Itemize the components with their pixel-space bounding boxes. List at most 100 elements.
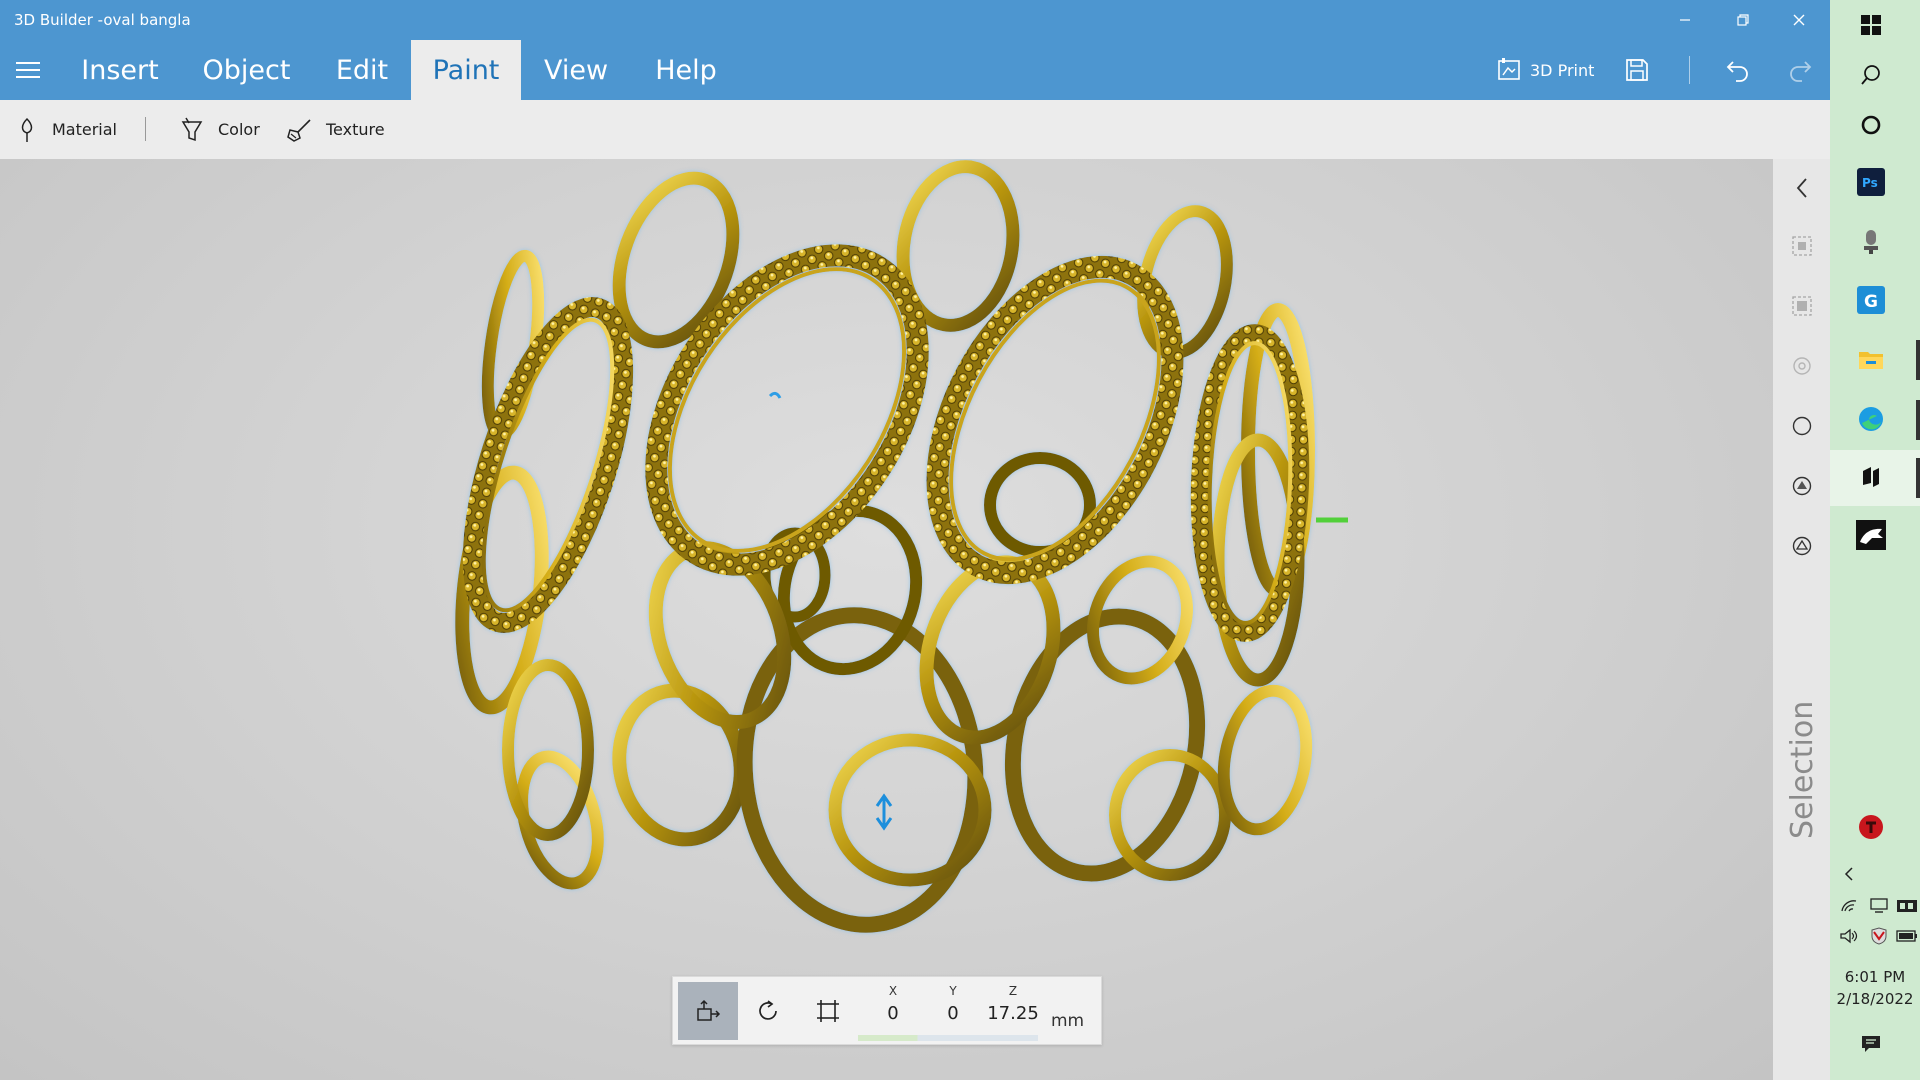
scale-icon — [817, 1000, 839, 1022]
triangle-select-icon — [1792, 536, 1812, 556]
color-button[interactable]: Color — [180, 100, 260, 159]
running-indicator — [1916, 400, 1920, 440]
3d-builder-icon — [1863, 467, 1879, 487]
material-label: Material — [52, 120, 117, 139]
tab-paint[interactable]: Paint — [411, 40, 521, 100]
move-tool-button[interactable] — [678, 982, 738, 1040]
bangle-model[interactable] — [0, 159, 1773, 1080]
face-select-icon — [1792, 476, 1812, 496]
minimize-button[interactable] — [1662, 6, 1708, 34]
close-button[interactable] — [1776, 6, 1822, 34]
microphone-app[interactable] — [1854, 225, 1888, 259]
ribbon-divider — [1689, 56, 1690, 84]
wifi-tray[interactable] — [1838, 896, 1860, 916]
save-button[interactable] — [1624, 53, 1650, 87]
microphone-icon — [1864, 230, 1878, 254]
running-indicator — [1916, 458, 1920, 498]
chevron-left-icon — [1796, 178, 1807, 198]
search-button[interactable] — [1854, 58, 1888, 92]
select-box-icon — [1792, 236, 1812, 256]
file-explorer-app[interactable] — [1854, 342, 1888, 376]
scale-tool-button[interactable] — [798, 982, 858, 1040]
3d-viewport[interactable] — [0, 159, 1773, 1080]
save-icon — [1626, 59, 1648, 81]
volume-tray[interactable] — [1838, 926, 1860, 946]
grammarly-icon: G — [1857, 286, 1885, 314]
color-label: Color — [218, 120, 260, 139]
face-select-button[interactable] — [1791, 475, 1813, 497]
redo-icon — [1790, 61, 1812, 82]
circle-icon — [1792, 416, 1812, 436]
3d-builder-app[interactable] — [1854, 460, 1888, 494]
clock-date[interactable]: 2/18/2022 — [1830, 990, 1920, 1008]
3d-print-button[interactable]: 3D Print — [1496, 53, 1594, 87]
paint-toolbar: Material Color Texture — [0, 100, 1830, 159]
select-all-button[interactable] — [1791, 295, 1813, 317]
tab-object[interactable]: Object — [193, 40, 300, 100]
running-indicator — [1916, 340, 1920, 380]
3d-print-icon — [1498, 58, 1520, 80]
chevron-left-icon — [1844, 867, 1853, 881]
grammarly-app[interactable]: G — [1854, 283, 1888, 317]
folder-icon — [1859, 352, 1883, 369]
collapse-panel-button[interactable] — [1791, 177, 1813, 199]
photoshop-app[interactable]: Ps — [1854, 165, 1888, 199]
triangle-select-button[interactable] — [1791, 535, 1813, 557]
texture-label: Texture — [326, 120, 385, 139]
tab-insert[interactable]: Insert — [68, 40, 172, 100]
hamburger-menu-icon[interactable] — [16, 62, 40, 78]
tab-help[interactable]: Help — [642, 40, 730, 100]
undo-button[interactable] — [1724, 53, 1752, 87]
keyboard-tray[interactable] — [1896, 896, 1918, 916]
restore-button[interactable] — [1720, 6, 1766, 34]
rotate-tool-button[interactable] — [738, 982, 798, 1040]
red-app[interactable] — [1854, 810, 1888, 844]
settings-circle-icon — [1793, 357, 1811, 375]
select-tool-button[interactable] — [1791, 235, 1813, 257]
move-icon — [697, 999, 721, 1021]
antivirus-tray[interactable] — [1868, 926, 1890, 946]
speaker-icon — [1840, 928, 1858, 944]
cortana-button[interactable] — [1854, 108, 1888, 142]
network-tray[interactable] — [1868, 896, 1890, 916]
action-center-button[interactable] — [1854, 1027, 1888, 1061]
z-value[interactable]: 17.25 — [978, 1003, 1048, 1024]
shield-icon — [1871, 927, 1887, 945]
z-coordinate[interactable]: Z 17.25 — [978, 984, 1048, 1024]
circle-select-button[interactable] — [1791, 415, 1813, 437]
title-bar: 3D Builder -oval bangla — [0, 0, 1830, 40]
material-icon — [21, 117, 33, 142]
rhino-icon — [1856, 520, 1886, 550]
redo-button[interactable] — [1786, 53, 1814, 87]
svg-text:Ps: Ps — [1862, 176, 1878, 190]
window-title: 3D Builder -oval bangla — [14, 11, 191, 29]
undo-icon — [1726, 61, 1748, 82]
search-icon — [1861, 65, 1880, 85]
right-tool-panel: Selection — [1773, 159, 1830, 1080]
tab-view[interactable]: View — [536, 40, 616, 100]
device-icon — [1897, 900, 1917, 912]
windows-taskbar: Ps G 6:01 PM 2/18/2022 — [1830, 0, 1920, 1080]
monitor-icon — [1870, 898, 1888, 913]
rhino-app[interactable] — [1854, 518, 1888, 552]
battery-tray[interactable] — [1896, 926, 1918, 946]
texture-button[interactable]: Texture — [286, 100, 385, 159]
windows-logo-icon — [1861, 15, 1881, 35]
unit-selector[interactable]: mm — [1051, 1011, 1084, 1031]
tab-edit[interactable]: Edit — [322, 40, 402, 100]
clock-time[interactable]: 6:01 PM — [1830, 968, 1920, 986]
start-button[interactable] — [1854, 8, 1888, 42]
material-button[interactable]: Material — [16, 100, 117, 159]
notification-icon — [1862, 1036, 1880, 1052]
edge-browser-app[interactable] — [1854, 402, 1888, 436]
svg-text:G: G — [1864, 292, 1878, 312]
axis-color-bar — [858, 1035, 1038, 1041]
show-hidden-icons-button[interactable] — [1838, 864, 1860, 884]
select-mode-button[interactable] — [1791, 355, 1813, 377]
minimize-icon — [1680, 19, 1690, 21]
rotate-icon — [759, 1000, 777, 1020]
edge-icon — [1859, 407, 1883, 431]
toolbar-divider — [145, 117, 146, 141]
restore-icon — [1737, 14, 1749, 26]
3d-print-label: 3D Print — [1530, 60, 1595, 80]
